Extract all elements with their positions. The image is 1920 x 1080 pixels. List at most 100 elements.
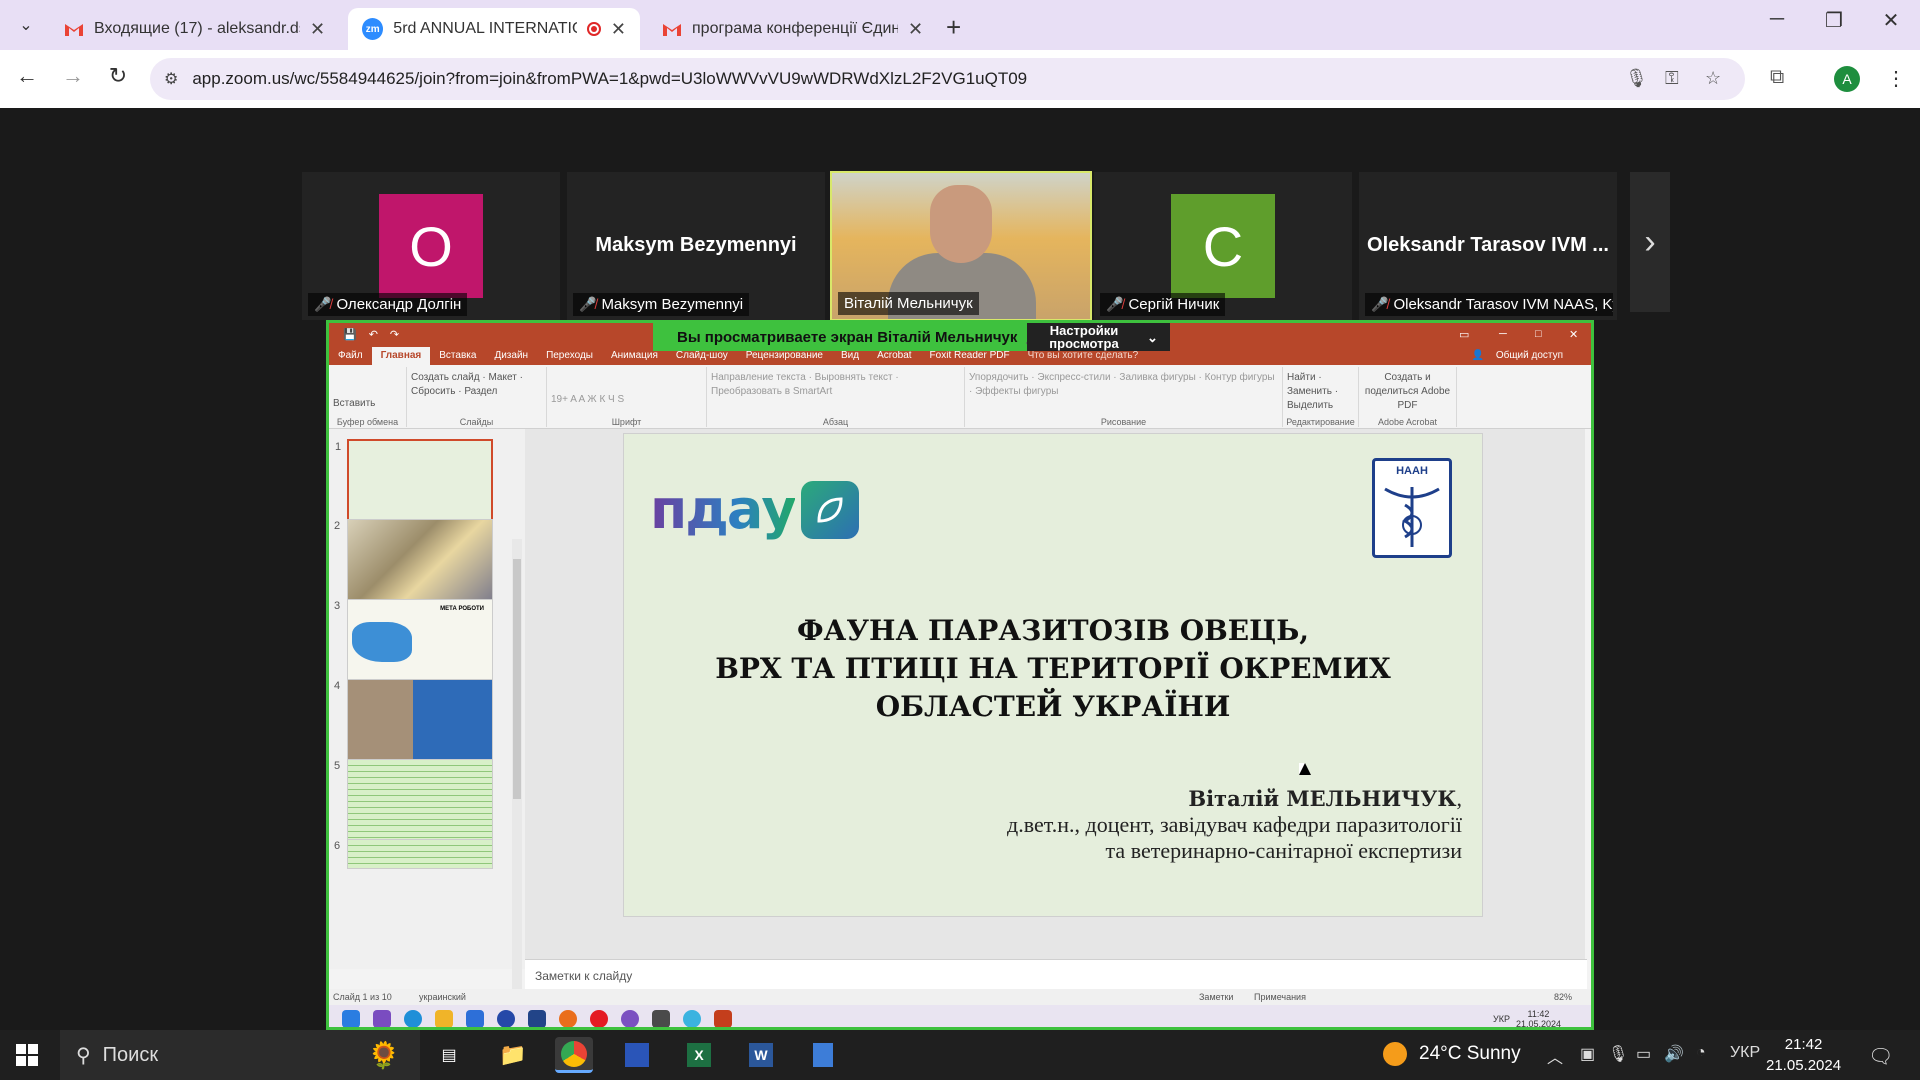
current-slide[interactable]: пдау НААН ФАУНА ПАРАЗИТОЗІВ ОВЕЦЬ, ВРХ Т… — [623, 433, 1483, 917]
bookmark-star-icon[interactable]: ☆ — [1705, 68, 1721, 89]
close-window-icon[interactable]: ✕ — [1871, 8, 1911, 33]
windows-start-icon — [342, 1010, 360, 1027]
group-label: Буфер обмена — [336, 417, 399, 427]
ribbon-options-icon[interactable]: ▭ — [1459, 328, 1469, 341]
word-icon[interactable]: W — [742, 1037, 780, 1073]
slide-number: 2 — [334, 520, 341, 532]
group-items[interactable]: Найти · Заменить · Выделить — [1287, 371, 1354, 413]
new-tab-icon[interactable]: + — [946, 12, 961, 43]
group-items[interactable]: Упорядочить · Экспресс-стили · Заливка ф… — [969, 371, 1278, 399]
chrome-icon[interactable] — [555, 1037, 593, 1073]
view-options-button[interactable]: Настройки просмотра ⌄ — [1027, 323, 1170, 351]
notes-button[interactable]: Заметки — [1199, 992, 1233, 1002]
task-view-icon[interactable]: ▤ — [430, 1037, 468, 1073]
calculator-icon[interactable] — [804, 1037, 842, 1073]
close-tab-icon[interactable]: ✕ — [611, 19, 626, 40]
slide-thumbnail[interactable]: 1 — [335, 439, 493, 523]
slide-thumbnail[interactable]: 2 — [334, 519, 493, 603]
participant-display-name: Oleksandr Tarasov IVM ... — [1367, 234, 1609, 256]
ribbon: Вставить Буфер обмена Создать слайд · Мак… — [329, 365, 1591, 429]
slide-thumbnail[interactable]: 6 — [334, 839, 493, 869]
restore-icon[interactable]: ❐ — [1814, 8, 1854, 33]
notifications-icon[interactable]: 🗨 — [1868, 1044, 1893, 1069]
comments-button[interactable]: Примечания — [1254, 992, 1306, 1002]
back-icon[interactable]: ← — [12, 63, 42, 89]
app-icon[interactable] — [618, 1037, 656, 1073]
meet-now-icon[interactable]: ▣ — [1580, 1044, 1595, 1064]
group-items[interactable]: Создать и поделиться Adobe PDF — [1363, 371, 1452, 413]
ribbon-tab[interactable]: Файл — [329, 347, 372, 365]
participant-tile[interactable]: Oleksandr Tarasov IVM ... 🎤̸ Oleksandr Ta… — [1359, 172, 1617, 320]
title-line: ФАУНА ПАРАЗИТОЗІВ ОВЕЦЬ, — [796, 614, 1310, 647]
zoom-level[interactable]: 82% — [1554, 992, 1572, 1002]
save-icon[interactable]: 💾 — [343, 328, 357, 341]
redo-icon[interactable]: ↷ — [390, 328, 399, 341]
participant-tile[interactable]: С 🎤̸ Сергій Ничик — [1094, 172, 1352, 320]
author-name: Віталій МЕЛЬНИЧУК — [1188, 786, 1457, 811]
logo-text: пдау — [650, 478, 797, 541]
participant-video-tile[interactable]: Віталій Мельничук — [830, 171, 1092, 321]
slide-thumbnail[interactable]: 3 МЕТА РОБОТИ — [334, 599, 493, 683]
close-tab-icon[interactable]: ✕ — [310, 19, 325, 40]
app-icon — [652, 1010, 670, 1027]
close-tab-icon[interactable]: ✕ — [908, 19, 923, 40]
battery-icon[interactable]: ▭ — [1636, 1044, 1651, 1064]
ribbon-tab[interactable]: Вставка — [430, 347, 485, 365]
browser-toolbar: ← → ↻ ⚙ app.zoom.us/wc/5584944625/join?f… — [0, 50, 1920, 108]
microphone-icon[interactable]: 🎙 — [1625, 68, 1648, 89]
tab-zoom-meeting[interactable]: zm 5rd ANNUAL INTERNATION ✕ — [348, 8, 640, 50]
slide-thumbnail[interactable]: 5 — [334, 759, 493, 843]
tab-gmail-program[interactable]: програма конференції Єдине ✕ — [648, 8, 938, 50]
gmail-icon — [64, 21, 84, 37]
taskbar-search[interactable]: ⚲ Поиск 🌻 — [60, 1030, 420, 1080]
slide-thumbnail[interactable]: 4 — [334, 679, 493, 763]
share-access-button[interactable]: 👤 Общий доступ — [1463, 347, 1581, 365]
browser-window: ⌄ Входящие (17) - aleksandr.ds86 ✕ zm 5r… — [0, 0, 1920, 108]
close-icon[interactable]: ✕ — [1569, 328, 1578, 341]
group-items[interactable]: Вставить — [333, 397, 402, 411]
network-icon[interactable]: ◔ — [1696, 1044, 1706, 1062]
extensions-icon[interactable]: ⧉ — [1770, 66, 1784, 89]
participant-tile[interactable]: О 🎤̸ Олександр Долгін — [302, 172, 560, 320]
search-icon: ⚲ — [76, 1044, 91, 1067]
group-label: Рисование — [1100, 417, 1147, 427]
participant-name: Сергій Ничик — [1128, 296, 1220, 313]
language-status[interactable]: украинский — [419, 992, 466, 1002]
view-options-label: Настройки просмотра — [1049, 323, 1119, 351]
menu-icon[interactable]: ⋮ — [1886, 66, 1906, 91]
next-participants-icon[interactable]: › — [1630, 172, 1670, 312]
microphone-icon[interactable]: 🎙 — [1608, 1044, 1628, 1064]
chevron-up-icon[interactable]: ︿ — [1547, 1044, 1563, 1068]
ribbon-tab[interactable]: Переходы — [537, 347, 602, 365]
windows-start-icon[interactable] — [16, 1044, 38, 1066]
excel-icon[interactable]: X — [680, 1037, 718, 1073]
undo-icon[interactable]: ↶ — [369, 328, 378, 341]
group-items[interactable]: 19+ A A Ж К Ч S — [551, 393, 702, 407]
minimize-icon[interactable]: ─ — [1499, 328, 1507, 340]
address-bar[interactable]: ⚙ app.zoom.us/wc/5584944625/join?from=jo… — [150, 58, 1745, 100]
maximize-icon[interactable]: □ — [1535, 328, 1542, 340]
ribbon-tab[interactable]: Главная — [371, 347, 431, 365]
slide-thumbnails: 1 2 3 МЕТА РОБОТИ 4 5 6 — [329, 429, 525, 1027]
site-info-icon[interactable]: ⚙ — [164, 69, 178, 89]
reload-icon[interactable]: ↻ — [103, 63, 133, 89]
input-language[interactable]: УКР — [1730, 1044, 1760, 1062]
system-clock[interactable]: 21:42 21.05.2024 — [1766, 1034, 1841, 1076]
profile-avatar[interactable]: A — [1834, 66, 1860, 92]
slide-counter: Слайд 1 из 10 — [333, 992, 392, 1002]
ribbon-group-drawing: Упорядочить · Экспресс-стили · Заливка ф… — [965, 367, 1283, 427]
participant-tile[interactable]: Maksym Bezymennyi 🎤̸ Maksym Bezymennyi — [567, 172, 825, 320]
ribbon-tab[interactable]: Дизайн — [485, 347, 537, 365]
forward-icon[interactable]: → — [58, 63, 88, 89]
tab-search-icon[interactable]: ⌄ — [10, 10, 42, 40]
thumbnail-scrollbar[interactable] — [512, 539, 522, 1027]
minimize-icon[interactable]: ─ — [1757, 8, 1797, 31]
group-items[interactable]: Направление текста · Выровнять текст · П… — [711, 371, 960, 399]
volume-icon[interactable]: 🔊 — [1664, 1044, 1684, 1064]
password-key-icon[interactable]: ⚿ — [1665, 68, 1679, 89]
slide-notes[interactable]: Заметки к слайду — [525, 959, 1587, 989]
tab-gmail-inbox[interactable]: Входящие (17) - aleksandr.ds86 ✕ — [50, 8, 340, 50]
group-items[interactable]: Создать слайд · Макет · Сбросить · Разде… — [411, 371, 542, 399]
weather-widget[interactable]: 24°C Sunny — [1383, 1042, 1521, 1066]
file-explorer-icon[interactable]: 📁 — [494, 1037, 532, 1073]
